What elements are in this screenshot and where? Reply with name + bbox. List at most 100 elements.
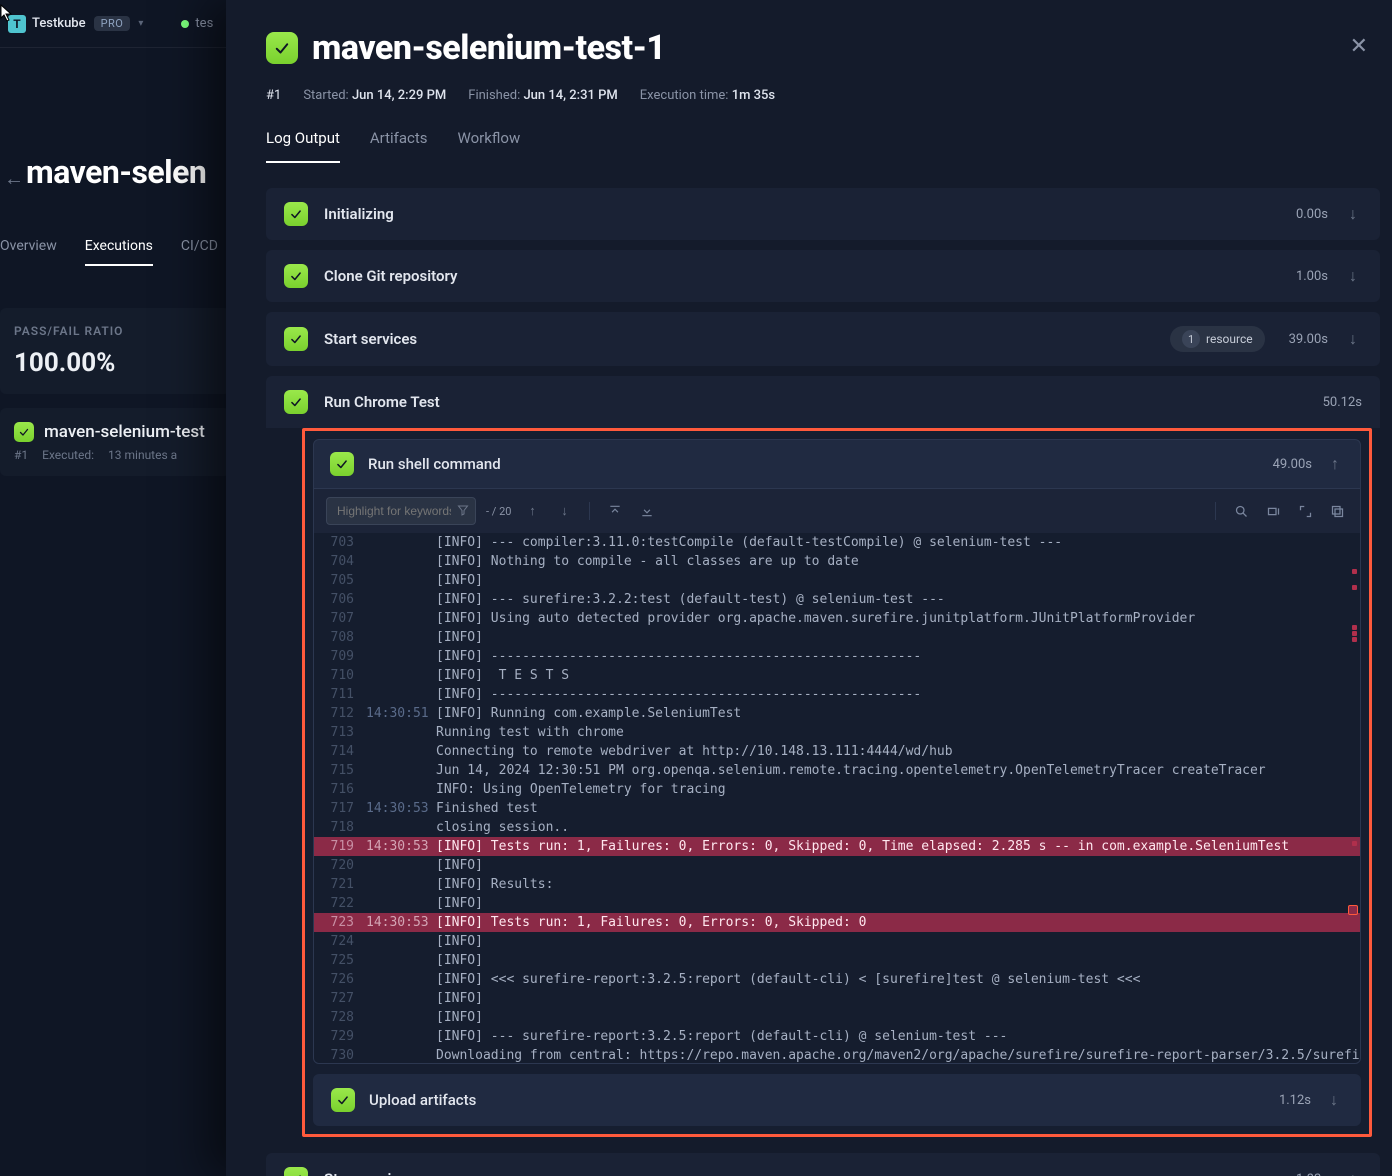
log-line: 730Downloading from central: https://rep… <box>314 1046 1360 1063</box>
exec-time-value: 1m 35s <box>732 88 775 103</box>
stat-label: PASS/FAIL RATIO <box>14 324 216 338</box>
step-time: 39.00s <box>1289 332 1328 347</box>
check-icon <box>284 1167 308 1176</box>
step-run-shell-command: Run shell command 49.00s ↑ <box>313 439 1361 1064</box>
execution-name: maven-selenium-test <box>44 422 205 442</box>
scrollbar-markers <box>1350 533 1358 1063</box>
finished-value: Jun 14, 2:31 PM <box>523 88 617 103</box>
step-time: 1.12s <box>1279 1093 1311 1108</box>
chevron-up-icon[interactable]: ↑ <box>1326 454 1344 474</box>
panel-title: maven-selenium-test-1 <box>312 28 666 68</box>
log-line: 707[INFO] Using auto detected provider o… <box>314 609 1360 628</box>
log-line: 729[INFO] --- surefire-report:3.2.5:repo… <box>314 1027 1360 1046</box>
tab-cicd[interactable]: CI/CD <box>181 238 218 266</box>
logo-icon: T <box>8 15 26 33</box>
exec-time-label: Execution time: <box>640 88 729 103</box>
log-line: 710[INFO] T E S T S <box>314 666 1360 685</box>
log-line: 715Jun 14, 2024 12:30:51 PM org.openqa.s… <box>314 761 1360 780</box>
highlight-frame: Run shell command 49.00s ↑ <box>302 428 1372 1137</box>
env-name[interactable]: tes <box>195 16 213 31</box>
close-icon[interactable]: ✕ <box>1350 34 1368 59</box>
step-upload-artifacts[interactable]: Upload artifacts 1.12s ↓ <box>313 1074 1361 1126</box>
log-line: 720[INFO] <box>314 856 1360 875</box>
search-icon[interactable] <box>1230 500 1252 522</box>
chevron-down-icon[interactable]: ↓ <box>1344 266 1362 286</box>
chevron-down-icon[interactable]: ▾ <box>138 18 143 29</box>
page-title: maven-selen <box>26 153 206 191</box>
step-time: 1.00s <box>1296 269 1328 284</box>
meta-number: #1 <box>266 88 281 103</box>
step-initializing[interactable]: Initializing 0.00s ↓ <box>266 188 1380 240</box>
step-time: 1.03s <box>1296 1172 1328 1176</box>
log-line: 705[INFO] <box>314 571 1360 590</box>
filter-icon[interactable] <box>452 499 474 521</box>
tab-log-output[interactable]: Log Output <box>266 129 340 163</box>
step-run-chrome-test[interactable]: Run Chrome Test 50.12s <box>266 376 1380 428</box>
check-icon <box>266 32 298 64</box>
wrap-icon[interactable] <box>1262 500 1284 522</box>
stat-value: 100.00% <box>14 348 216 378</box>
check-icon <box>14 422 34 442</box>
log-line: 716INFO: Using OpenTelemetry for tracing <box>314 780 1360 799</box>
stat-card: PASS/FAIL RATIO 100.00% <box>0 308 230 394</box>
log-line: 724[INFO] <box>314 932 1360 951</box>
resource-count: 1 <box>1182 330 1200 348</box>
step-start-services[interactable]: Start services 1 resource 39.00s ↓ <box>266 312 1380 366</box>
execution-number: #1 <box>14 448 28 462</box>
brand-name: Testkube <box>32 16 86 31</box>
tab-workflow[interactable]: Workflow <box>458 129 521 163</box>
panel-tabs: Log Output Artifacts Workflow <box>266 129 1352 164</box>
executed-value: 13 minutes a <box>108 448 177 462</box>
sub-step-header[interactable]: Run shell command 49.00s ↑ <box>314 440 1360 488</box>
pro-badge: PRO <box>94 16 131 31</box>
step-time: 49.00s <box>1273 457 1312 472</box>
tab-executions[interactable]: Executions <box>85 238 153 266</box>
tab-artifacts[interactable]: Artifacts <box>370 129 428 163</box>
log-output[interactable]: 703[INFO] --- compiler:3.11.0:testCompil… <box>314 533 1360 1063</box>
log-line: 721[INFO] Results: <box>314 875 1360 894</box>
chevron-down-icon[interactable]: ↓ <box>1344 1169 1362 1176</box>
finished-label: Finished: <box>468 88 520 103</box>
chevron-down-icon[interactable]: ↓ <box>1344 329 1362 349</box>
scroll-bottom-icon[interactable] <box>636 500 658 522</box>
log-line: 713Running test with chrome <box>314 723 1360 742</box>
log-line: 708[INFO] <box>314 628 1360 647</box>
log-line: 706[INFO] --- surefire:3.2.2:test (defau… <box>314 590 1360 609</box>
back-arrow-icon[interactable]: ← <box>4 166 24 191</box>
check-icon <box>330 452 354 476</box>
log-line: 704[INFO] Nothing to compile - all class… <box>314 552 1360 571</box>
step-name: Run shell command <box>368 455 1259 473</box>
execution-card[interactable]: maven-selenium-test #1 Executed: 13 minu… <box>0 408 230 476</box>
check-icon <box>284 264 308 288</box>
log-line: 71714:30:53Finished test <box>314 799 1360 818</box>
scroll-top-icon[interactable] <box>604 500 626 522</box>
resource-badge: 1 resource <box>1170 326 1265 352</box>
log-line: 72314:30:53[INFO] Tests run: 1, Failures… <box>314 913 1360 932</box>
chevron-down-icon[interactable]: ↓ <box>1344 204 1362 224</box>
log-line: 722[INFO] <box>314 894 1360 913</box>
chevron-down-icon[interactable]: ↓ <box>1325 1090 1343 1110</box>
fullscreen-icon[interactable] <box>1294 500 1316 522</box>
started-label: Started: <box>303 88 348 103</box>
background-left: ← maven-selen Overview Executions CI/CD … <box>0 48 230 1176</box>
check-icon <box>284 390 308 414</box>
log-line: 71914:30:53[INFO] Tests run: 1, Failures… <box>314 837 1360 856</box>
check-icon <box>284 327 308 351</box>
panel-meta: #1 Started: Jun 14, 2:29 PM Finished: Ju… <box>266 88 1352 103</box>
check-icon <box>331 1088 355 1112</box>
step-name: Initializing <box>324 205 1280 223</box>
step-clone[interactable]: Clone Git repository 1.00s ↓ <box>266 250 1380 302</box>
log-line: 725[INFO] <box>314 951 1360 970</box>
step-stop-services[interactable]: Stop services 1.03s ↓ <box>266 1153 1380 1176</box>
tab-overview[interactable]: Overview <box>0 238 57 266</box>
status-dot-icon <box>181 20 189 28</box>
prev-match-icon[interactable]: ↑ <box>521 500 543 522</box>
executed-label: Executed: <box>42 448 94 462</box>
next-match-icon[interactable]: ↓ <box>553 500 575 522</box>
separator <box>589 502 590 520</box>
execution-panel: ✕ maven-selenium-test-1 #1 Started: Jun … <box>226 0 1392 1176</box>
log-line: 728[INFO] <box>314 1008 1360 1027</box>
copy-icon[interactable] <box>1326 500 1348 522</box>
check-icon <box>284 202 308 226</box>
step-name: Clone Git repository <box>324 267 1280 285</box>
